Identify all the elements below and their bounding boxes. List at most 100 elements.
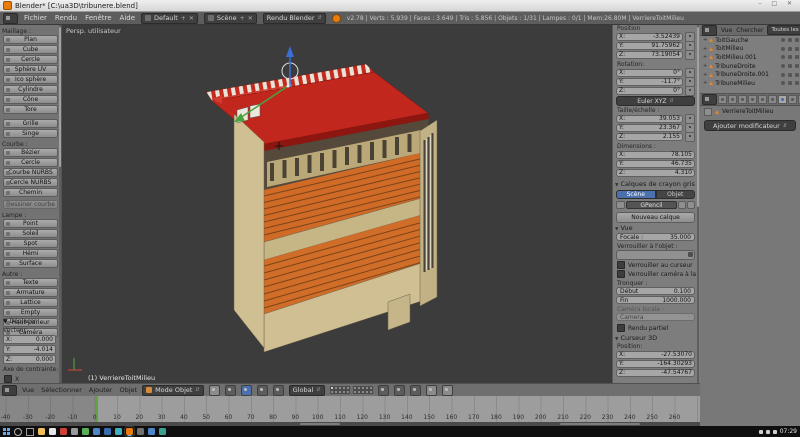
app-darkblue-icon[interactable]: [104, 428, 111, 435]
checkbox-icon[interactable]: [4, 375, 12, 383]
playback-buttons[interactable]: [300, 423, 340, 425]
selectability-icon[interactable]: [788, 81, 792, 85]
shelf-row[interactable]: Empty: [3, 308, 58, 317]
app-dark-icon[interactable]: [137, 428, 144, 435]
render-engine-selector[interactable]: Rendu Blender ⇵: [263, 13, 326, 24]
start-button-icon[interactable]: [3, 428, 10, 435]
layout-add-button[interactable]: +: [181, 15, 186, 22]
cursor-3d-panel-header[interactable]: Curseur 3D: [615, 334, 657, 342]
shelf-row[interactable]: Cylindre: [3, 85, 58, 94]
selectability-icon[interactable]: [788, 38, 792, 42]
keying-buttons[interactable]: [560, 423, 640, 425]
tray-icon[interactable]: [766, 430, 770, 434]
vector-field[interactable]: Y:-4.014: [3, 345, 56, 354]
position-field[interactable]: Z:73.19054: [616, 51, 683, 59]
menu-item[interactable]: Ajouter: [89, 386, 113, 394]
render-tab[interactable]: [718, 95, 727, 104]
selectability-icon[interactable]: [788, 47, 792, 51]
shelf-row[interactable]: Cercle: [3, 55, 58, 64]
shelf-row[interactable]: Point: [3, 219, 58, 228]
add-modifier-dropdown[interactable]: Ajouter modificateur ⇵: [704, 120, 796, 131]
shelf-row[interactable]: Plan: [3, 35, 58, 44]
expand-icon[interactable]: +: [703, 54, 707, 60]
rotation-field[interactable]: Y:-11.7°: [616, 78, 683, 86]
lock-icon[interactable]: [685, 50, 695, 60]
search-icon[interactable]: [14, 428, 22, 436]
tab-object[interactable]: Objet: [656, 190, 696, 199]
menu-item[interactable]: Vue: [22, 386, 34, 394]
vector-field[interactable]: Z:0.000: [3, 355, 56, 364]
grease-pencil-panel-header[interactable]: Calques de crayon gris: [615, 180, 695, 188]
render-camera-icon[interactable]: [795, 55, 799, 59]
lock-camera-checkbox[interactable]: Verrouiller caméra à la vue: [617, 270, 697, 278]
shelf-row[interactable]: Singe: [3, 129, 58, 138]
outliner-item[interactable]: + ToitMilieu.001: [700, 53, 800, 62]
layer-grid[interactable]: [330, 386, 373, 394]
menu-item[interactable]: Fichier: [24, 14, 47, 22]
clip-start-field[interactable]: Début0.100: [616, 287, 695, 295]
lock-to-cursor-checkbox[interactable]: Verrouiller au curseur: [617, 261, 693, 269]
scale-field[interactable]: X:39.053: [616, 115, 683, 123]
menu-item[interactable]: Objet: [119, 386, 137, 394]
outliner-item[interactable]: + TribuneMilieu: [700, 79, 800, 88]
selectability-icon[interactable]: [788, 73, 792, 77]
screen-layout-selector[interactable]: Default + ✕: [141, 13, 198, 24]
outliner-item[interactable]: + TribuneDroite: [700, 62, 800, 71]
shelf-row[interactable]: Lattice: [3, 298, 58, 307]
menu-item[interactable]: Fenêtre: [85, 14, 111, 22]
shelf-row[interactable]: Sphère UV: [3, 65, 58, 74]
cursor-field[interactable]: Y:-164.30293: [616, 360, 695, 368]
scale-field[interactable]: Y:23.367: [616, 124, 683, 132]
menu-item[interactable]: Sélectionner: [41, 386, 82, 394]
pivot-center-icon[interactable]: [225, 385, 236, 396]
world-tab[interactable]: [748, 95, 757, 104]
scene-browse-icon[interactable]: [208, 15, 214, 21]
render-camera-icon[interactable]: [795, 38, 799, 42]
shelf-row[interactable]: Tore: [3, 105, 58, 114]
tab-scene[interactable]: Scène: [616, 190, 656, 199]
shelf-row[interactable]: Ico sphère: [3, 75, 58, 84]
shelf-row[interactable]: Surface: [3, 259, 58, 268]
expand-icon[interactable]: +: [703, 37, 707, 43]
dimension-field[interactable]: Y:46.735: [616, 160, 695, 168]
editor-type-icon[interactable]: [702, 25, 717, 36]
lock-icon[interactable]: [685, 86, 695, 96]
scene-add-button[interactable]: +: [240, 15, 245, 22]
editor-type-icon[interactable]: [2, 385, 17, 396]
visibility-eye-icon[interactable]: [781, 55, 785, 59]
visibility-eye-icon[interactable]: [781, 38, 785, 42]
shelf-row[interactable]: Courbe NURBS: [3, 168, 58, 177]
transform-orientation-dropdown[interactable]: Global ⇵: [289, 385, 325, 396]
focal-length-field[interactable]: Focale :35.000: [616, 233, 695, 241]
render-camera-icon[interactable]: [795, 81, 799, 85]
viewport-shading-icon[interactable]: [209, 385, 220, 396]
menu-item[interactable]: Rendu: [55, 14, 77, 22]
shelf-row[interactable]: Cercle: [3, 158, 58, 167]
chrome-icon[interactable]: [49, 428, 56, 435]
explorer-icon[interactable]: [38, 428, 45, 435]
constraints-tab[interactable]: [768, 95, 777, 104]
cursor-field[interactable]: Z:-47.54767: [616, 369, 695, 377]
app-red-icon[interactable]: [60, 428, 67, 435]
constraint-axis-checkbox[interactable]: X: [4, 375, 59, 383]
editor-type-icon[interactable]: [702, 94, 717, 105]
rotation-field[interactable]: X:0°: [616, 69, 683, 77]
position-field[interactable]: Y:91.75962: [616, 42, 683, 50]
layout-close-icon[interactable]: ✕: [189, 15, 194, 22]
task-view-icon[interactable]: [26, 428, 34, 436]
scale-field[interactable]: Z:2.155: [616, 133, 683, 141]
mode-dropdown[interactable]: Mode Objet ⇵: [142, 385, 204, 396]
n-panel-scrollbar[interactable]: [697, 25, 699, 383]
shelf-row[interactable]: Hémi: [3, 249, 58, 258]
app-teal-icon[interactable]: [159, 428, 166, 435]
menu-item[interactable]: Aide: [120, 14, 135, 22]
render-camera-icon[interactable]: [795, 64, 799, 68]
window-controls[interactable]: – □ ✕: [758, 0, 796, 7]
scene-close-icon[interactable]: ✕: [248, 15, 253, 22]
expand-icon[interactable]: +: [703, 72, 707, 78]
selectability-icon[interactable]: [788, 64, 792, 68]
outliner-item[interactable]: + ToitGauche: [700, 36, 800, 45]
visibility-eye-icon[interactable]: [781, 81, 785, 85]
rotate-manipulator-icon[interactable]: [257, 385, 268, 396]
shelf-row[interactable]: Bézier: [3, 148, 58, 157]
